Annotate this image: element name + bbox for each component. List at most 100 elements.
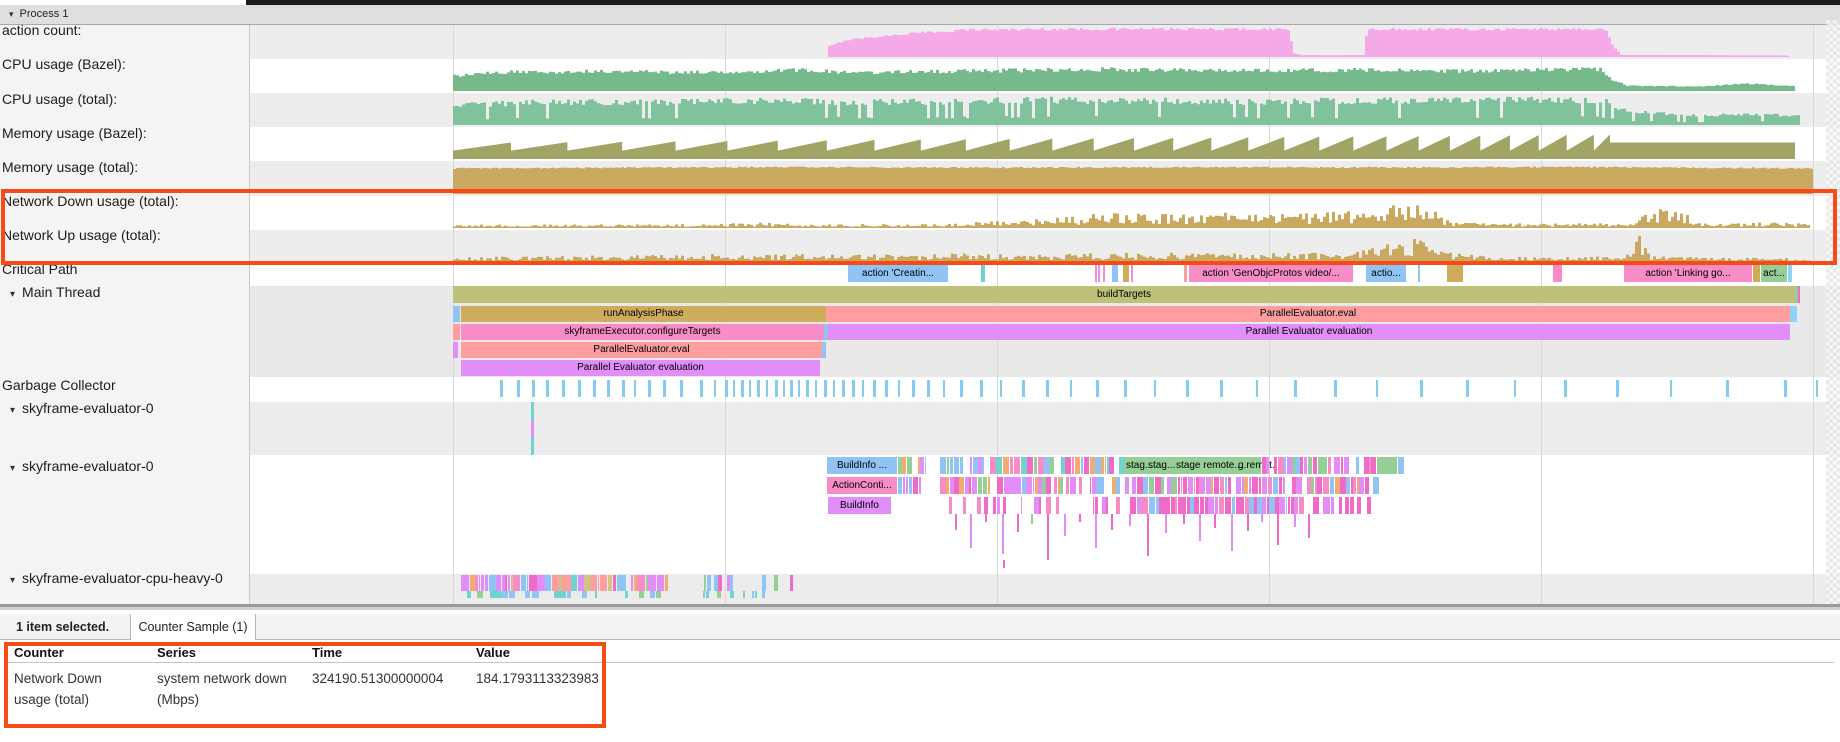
dense-slice[interactable]: [990, 457, 995, 474]
dense-slice[interactable]: [1194, 497, 1199, 514]
dense-slice[interactable]: [898, 477, 902, 494]
dense-slice[interactable]: [1257, 497, 1261, 514]
dense-slice[interactable]: [481, 575, 484, 591]
dense-slice[interactable]: [762, 575, 766, 591]
dense-slice[interactable]: [1307, 477, 1311, 494]
dense-slice[interactable]: [1208, 497, 1214, 514]
dense-slice[interactable]: [532, 591, 539, 598]
dense-slice[interactable]: [1279, 497, 1285, 514]
slice-parallel-evaluator-evaluation[interactable]: Parallel Evaluator evaluation: [828, 324, 1790, 340]
dense-slice[interactable]: [743, 591, 745, 598]
dense-slice[interactable]: [1155, 477, 1161, 494]
slice-parallel-evaluator-evaluation[interactable]: Parallel Evaluator evaluation: [461, 360, 820, 376]
dense-slice[interactable]: [1070, 477, 1076, 494]
dense-slice[interactable]: [1328, 457, 1331, 474]
dense-slice[interactable]: [978, 457, 981, 474]
dense-slice[interactable]: [1339, 497, 1342, 514]
dense-slice[interactable]: [1275, 497, 1278, 514]
gc-tick[interactable]: [634, 380, 636, 397]
dense-slice[interactable]: [665, 575, 668, 591]
gc-tick[interactable]: [873, 380, 876, 397]
slice[interactable]: [1753, 265, 1760, 282]
dense-slice[interactable]: [1161, 477, 1163, 494]
dense-slice[interactable]: [1054, 477, 1057, 494]
dense-slice[interactable]: [1065, 457, 1071, 474]
dense-slice[interactable]: [907, 457, 912, 474]
dense-slice[interactable]: [1109, 457, 1114, 474]
dense-slice[interactable]: [1106, 497, 1108, 514]
dense-slice[interactable]: [1038, 477, 1041, 494]
sidebar-item-memory-usage-bazel[interactable]: Memory usage (Bazel):: [2, 125, 147, 141]
slice-buildinfo[interactable]: BuildInfo: [828, 497, 891, 514]
dense-slice[interactable]: [562, 575, 570, 591]
sidebar-item-cpu-usage-bazel[interactable]: CPU usage (Bazel):: [2, 56, 126, 72]
dense-slice[interactable]: [1296, 477, 1302, 494]
dense-slice[interactable]: [1345, 497, 1349, 514]
dense-slice[interactable]: [1167, 477, 1170, 494]
dense-slice[interactable]: [1125, 477, 1129, 494]
gc-tick[interactable]: [741, 380, 744, 397]
dense-slice[interactable]: [591, 575, 596, 591]
dense-slice[interactable]: [617, 575, 623, 591]
slice[interactable]: [1553, 265, 1562, 282]
dense-slice[interactable]: [1101, 477, 1104, 494]
dense-slice[interactable]: [1066, 477, 1069, 494]
dense-slice[interactable]: [706, 591, 709, 598]
dense-slice[interactable]: [1200, 497, 1204, 514]
collapse-triangle-icon[interactable]: ▾: [10, 289, 15, 300]
dense-slice[interactable]: [578, 575, 584, 591]
histogram-action-count[interactable]: [828, 28, 1789, 57]
gc-tick[interactable]: [733, 380, 735, 397]
dense-slice[interactable]: [1232, 497, 1236, 514]
gc-tick[interactable]: [622, 380, 625, 397]
slice-buildtargets[interactable]: buildTargets: [453, 286, 1795, 303]
gc-tick[interactable]: [593, 380, 596, 397]
dense-slice[interactable]: [1004, 477, 1010, 494]
slice[interactable]: [1788, 265, 1792, 282]
dense-slice[interactable]: [1299, 497, 1304, 514]
dense-slice[interactable]: [1331, 497, 1334, 514]
gc-tick[interactable]: [1022, 380, 1025, 397]
dense-slice[interactable]: [1178, 497, 1182, 514]
dense-slice[interactable]: [1317, 477, 1322, 494]
dense-slice[interactable]: [718, 575, 722, 591]
dense-slice[interactable]: [1201, 477, 1205, 494]
slice-runanalysisphase[interactable]: runAnalysisPhase: [461, 306, 826, 322]
dense-slice[interactable]: [1072, 457, 1075, 474]
dense-slice[interactable]: [1206, 477, 1211, 494]
dense-slice[interactable]: [584, 575, 590, 591]
dense-slice[interactable]: [1364, 457, 1369, 474]
dense-slice[interactable]: [1252, 477, 1258, 494]
dense-slice[interactable]: [1350, 497, 1354, 514]
dense-slice[interactable]: [656, 591, 661, 598]
collapse-triangle-icon[interactable]: ▾: [10, 405, 15, 416]
gc-tick[interactable]: [1816, 380, 1818, 397]
dense-slice[interactable]: [1262, 457, 1266, 474]
slice[interactable]: [1418, 265, 1420, 282]
dense-slice[interactable]: [1356, 457, 1359, 474]
slice[interactable]: [1123, 265, 1129, 282]
gc-tick[interactable]: [517, 380, 520, 397]
dense-slice[interactable]: [1079, 477, 1083, 494]
dense-slice[interactable]: [954, 457, 959, 474]
dense-slice[interactable]: [1335, 477, 1340, 494]
dense-slice[interactable]: [1156, 497, 1159, 514]
gc-tick[interactable]: [898, 380, 900, 397]
slice-action-genobjcprotos-video[interactable]: action 'GenObjcProtos video/...: [1189, 265, 1353, 282]
dense-slice[interactable]: [1188, 477, 1193, 494]
dense-slice[interactable]: [1353, 477, 1356, 494]
gc-tick[interactable]: [943, 380, 945, 397]
dense-slice[interactable]: [950, 457, 953, 474]
dense-slice[interactable]: [554, 591, 559, 598]
dense-slice[interactable]: [496, 575, 501, 591]
sidebar-item-skyframe-evaluator-0[interactable]: ▾skyframe-evaluator-0: [10, 458, 154, 474]
dense-slice[interactable]: [1003, 497, 1007, 514]
dense-slice[interactable]: [1142, 497, 1148, 514]
dense-slice[interactable]: [1034, 497, 1038, 514]
dense-slice[interactable]: [1219, 497, 1224, 514]
dense-slice[interactable]: [545, 575, 551, 591]
gc-tick[interactable]: [1256, 380, 1258, 397]
gc-tick[interactable]: [500, 380, 503, 397]
dense-slice[interactable]: [657, 575, 665, 591]
counter-histograms[interactable]: [250, 5, 1840, 604]
